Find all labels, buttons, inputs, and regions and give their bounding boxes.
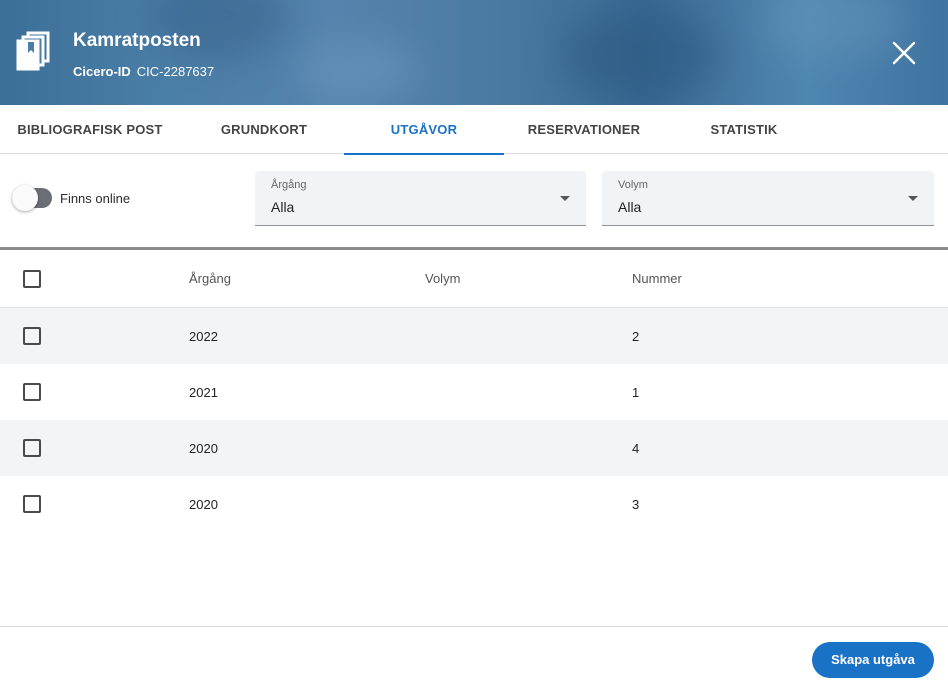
row-checkbox[interactable] xyxy=(23,327,41,345)
cell-year: 2021 xyxy=(189,385,218,400)
table-row[interactable]: 2022 2 xyxy=(0,308,948,364)
dropdown-arrow-icon xyxy=(560,196,570,201)
table-row[interactable]: 2020 4 xyxy=(0,420,948,476)
online-toggle-label: Finns online xyxy=(60,191,131,206)
create-edition-button[interactable]: Skapa utgåva xyxy=(812,642,934,678)
row-checkbox[interactable] xyxy=(23,495,41,513)
tab-reservationer[interactable]: RESERVATIONER xyxy=(504,105,664,154)
header-background-blur xyxy=(760,0,910,60)
header-background-blur xyxy=(300,40,420,100)
table-row[interactable]: 2021 1 xyxy=(0,364,948,420)
header-background-blur xyxy=(560,10,720,100)
year-select-value: Alla xyxy=(271,199,295,215)
tab-utgavor[interactable]: UTGÅVOR xyxy=(344,105,504,155)
tab-statistik[interactable]: STATISTIK xyxy=(664,105,824,154)
tab-bar: BIBLIOGRAFISK POST GRUNDKORT UTGÅVOR RES… xyxy=(0,105,948,155)
close-icon[interactable] xyxy=(889,38,919,68)
cell-year: 2020 xyxy=(189,497,218,512)
volume-select[interactable]: Volym Alla xyxy=(602,171,934,226)
record-title: Kamratposten xyxy=(73,30,201,51)
cell-number: 2 xyxy=(632,329,640,344)
document-stack-icon xyxy=(16,31,50,71)
dropdown-arrow-icon xyxy=(908,196,918,201)
table-row[interactable]: 2020 3 xyxy=(0,476,948,532)
cell-year: 2022 xyxy=(189,329,218,344)
cell-number: 4 xyxy=(632,441,640,456)
table-header: Årgång Volym Nummer xyxy=(0,250,948,308)
volume-select-label: Volym xyxy=(618,179,648,191)
year-select-label: Årgång xyxy=(271,179,307,191)
record-id-label: Cicero-ID xyxy=(73,64,131,79)
cell-number: 3 xyxy=(632,497,640,512)
tab-grundkort[interactable]: GRUNDKORT xyxy=(184,105,344,154)
online-toggle-knob[interactable] xyxy=(12,185,38,211)
select-all-checkbox[interactable] xyxy=(23,270,41,288)
footer-divider xyxy=(0,626,948,627)
volume-select-value: Alla xyxy=(618,199,642,215)
cell-year: 2020 xyxy=(189,441,218,456)
record-id-value: CIC-2287637 xyxy=(136,64,215,79)
row-checkbox[interactable] xyxy=(23,439,41,457)
tab-bibliografisk-post[interactable]: BIBLIOGRAFISK POST xyxy=(0,105,180,154)
cell-number: 1 xyxy=(632,385,640,400)
column-header-year[interactable]: Årgång xyxy=(189,271,231,286)
record-id-line: Cicero-ID CIC-2287637 xyxy=(73,64,214,79)
year-select[interactable]: Årgång Alla xyxy=(255,171,586,226)
row-checkbox[interactable] xyxy=(23,383,41,401)
dialog-header: Kamratposten Cicero-ID CIC-2287637 xyxy=(0,0,948,105)
column-header-number[interactable]: Nummer xyxy=(632,271,682,286)
column-header-volume[interactable]: Volym xyxy=(425,271,460,286)
